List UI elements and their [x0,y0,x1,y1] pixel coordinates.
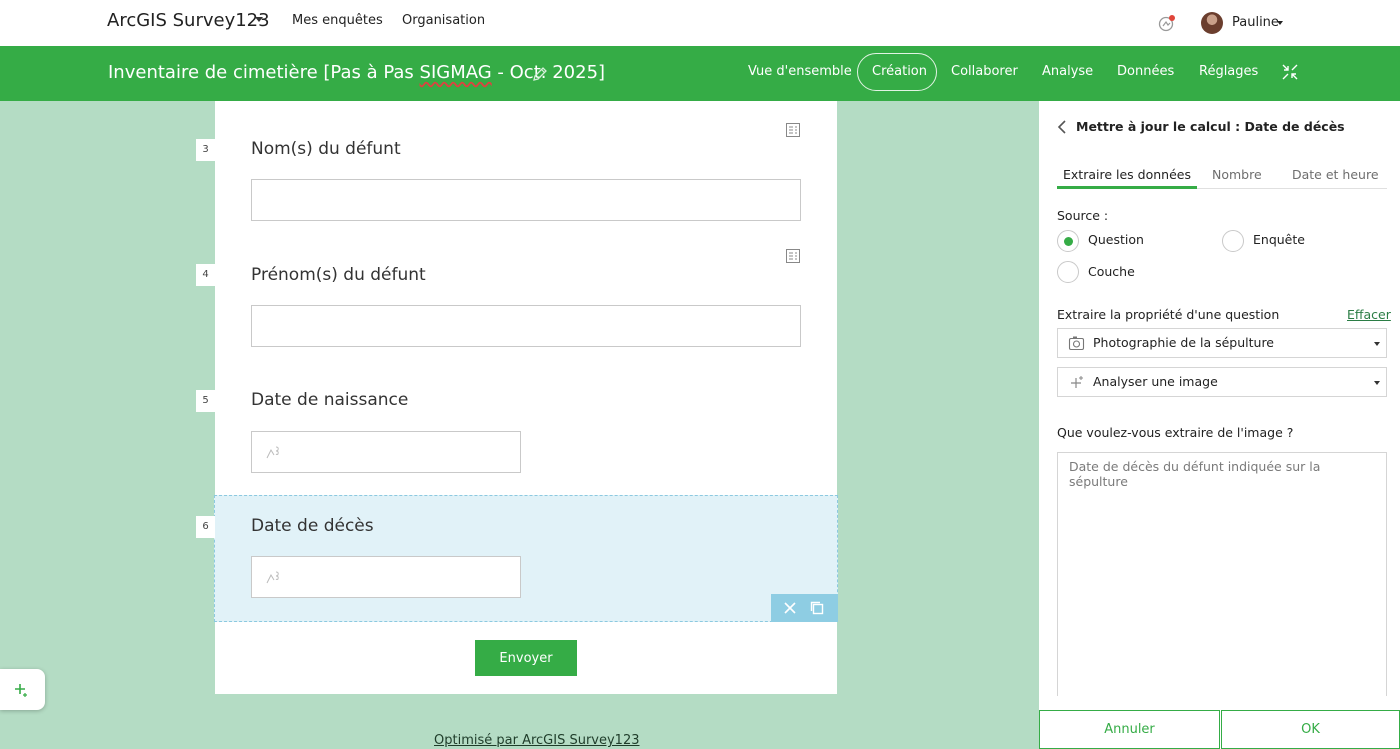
radio-survey[interactable] [1222,230,1244,252]
prompt-input[interactable] [1057,452,1387,696]
top-bar: ArcGIS Survey123 Mes enquêtes Organisati… [0,0,1400,46]
edit-icon[interactable] [531,65,549,83]
property-label: Extraire la propriété d'une question [1057,307,1280,322]
tab-analyse[interactable]: Analyse [1042,64,1093,79]
sparkle-icon [1071,376,1083,388]
question-number: 6 [196,516,215,538]
notification-icon[interactable] [1157,13,1177,33]
question-number: 5 [196,390,215,412]
radio-question-label[interactable]: Question [1088,232,1144,247]
tab-data[interactable]: Données [1117,64,1174,79]
calendar-icon [266,571,279,584]
question-title[interactable]: Prénom(s) du défunt [251,265,426,285]
chevron-down-icon [1374,381,1380,385]
question-title[interactable]: Date de décès [251,516,374,536]
duplicate-icon[interactable] [809,600,825,616]
nav-organisation[interactable]: Organisation [402,13,485,28]
question-title[interactable]: Nom(s) du défunt [251,139,401,159]
date-field[interactable] [251,556,521,598]
cancel-button[interactable]: Annuler [1039,710,1220,749]
submit-button[interactable]: Envoyer [475,640,577,676]
question-title[interactable]: Date de naissance [251,390,408,410]
back-icon[interactable] [1055,119,1069,135]
radio-survey-label[interactable]: Enquête [1253,232,1305,247]
panel-title: Mettre à jour le calcul : Date de décès [1076,119,1345,134]
tab-collaborate[interactable]: Collaborer [951,64,1018,79]
tab-overview[interactable]: Vue d'ensemble [748,64,852,79]
tab-number[interactable]: Nombre [1212,167,1262,182]
radio-question[interactable] [1057,230,1079,252]
collapse-icon[interactable] [1281,63,1299,81]
date-field[interactable] [251,431,521,473]
tab-extract-data[interactable]: Extraire les données [1063,167,1191,182]
radio-layer-label[interactable]: Couche [1088,264,1135,279]
delete-icon[interactable] [782,600,798,616]
assistant-button[interactable] [0,669,45,710]
ok-button[interactable]: OK [1221,710,1400,749]
active-tab-indicator [1057,186,1197,189]
tab-creation[interactable]: Création [872,64,927,79]
radio-layer[interactable] [1057,261,1079,283]
user-menu-caret-icon[interactable] [1277,21,1283,25]
field-settings-icon[interactable] [785,248,801,264]
question-select[interactable]: Photographie de la sépulture [1057,328,1387,358]
image-question-icon [1068,336,1085,351]
chevron-down-icon [1374,342,1380,346]
action-select-value: Analyser une image [1093,374,1218,389]
calendar-icon [266,446,279,459]
sparkle-icon [15,684,27,697]
avatar[interactable] [1201,12,1223,34]
nav-my-surveys[interactable]: Mes enquêtes [292,13,383,28]
app-title[interactable]: ArcGIS Survey123 [107,10,270,31]
text-field[interactable] [251,179,801,221]
tab-settings[interactable]: Réglages [1199,64,1258,79]
prompt-label: Que voulez-vous extraire de l'image ? [1057,425,1294,440]
field-settings-icon[interactable] [785,122,801,138]
survey-header: Inventaire de cimetière [Pas à Pas SIGMA… [0,46,1400,101]
question-number: 4 [196,264,215,286]
question-number: 3 [196,139,215,161]
text-field[interactable] [251,305,801,347]
source-label: Source : [1057,208,1109,223]
user-menu[interactable]: Pauline [1232,15,1279,30]
tab-date-time[interactable]: Date et heure [1292,167,1379,182]
powered-by-link[interactable]: Optimisé par ArcGIS Survey123 [434,733,640,748]
question-actions [771,594,838,622]
app-menu-caret-icon[interactable] [255,17,263,22]
question-select-value: Photographie de la sépulture [1093,335,1274,350]
clear-link[interactable]: Effacer [1347,307,1391,322]
action-select[interactable]: Analyser une image [1057,367,1387,397]
